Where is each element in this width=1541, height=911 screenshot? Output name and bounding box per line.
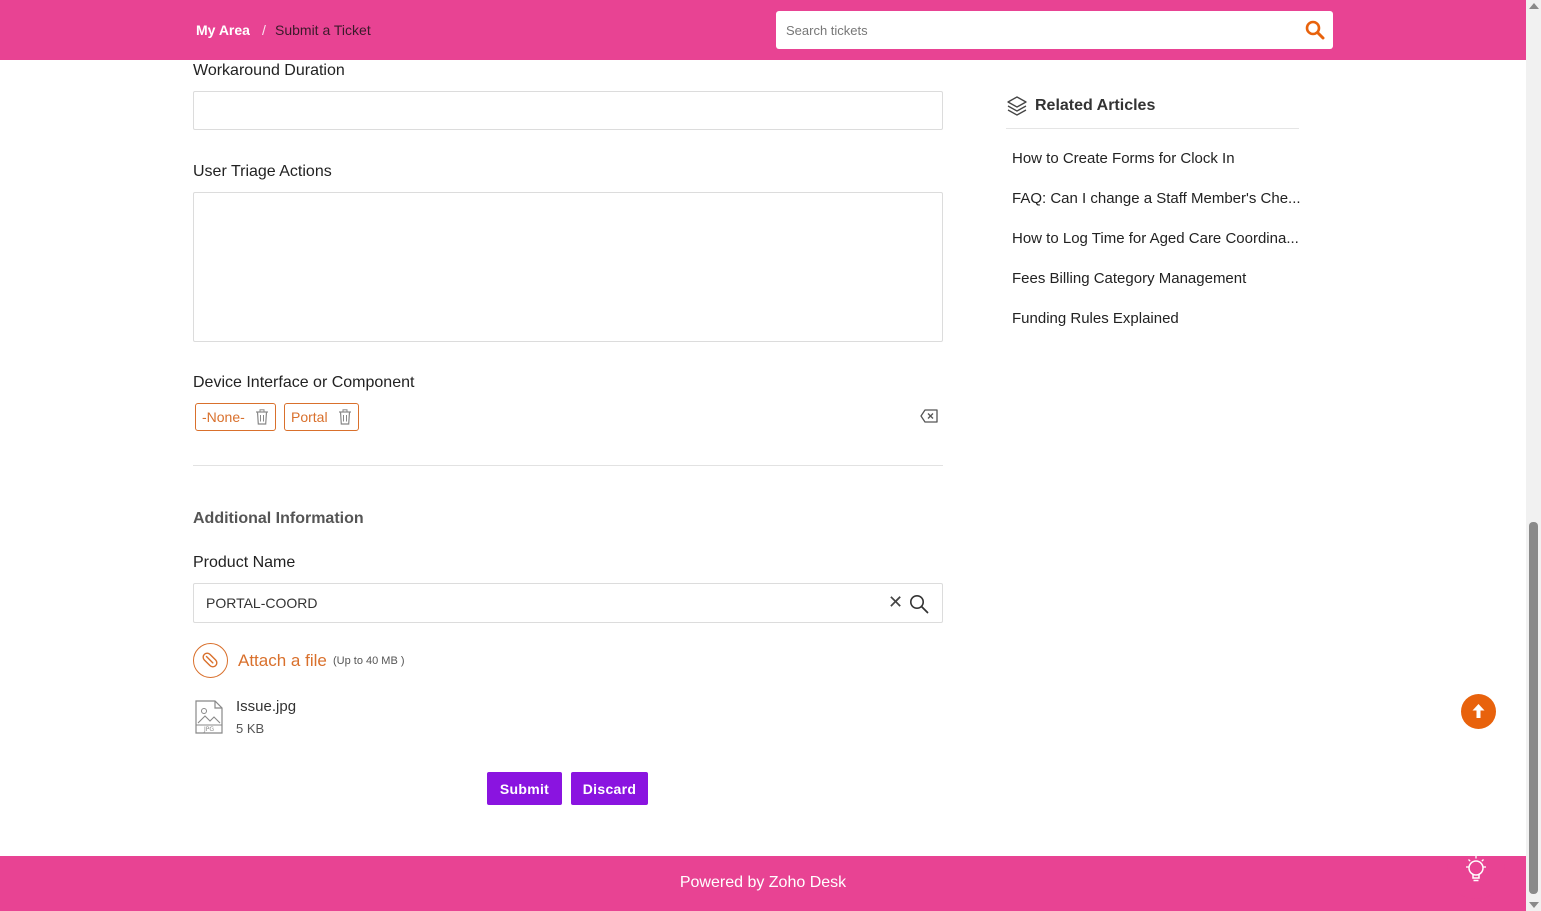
search-icon[interactable] — [909, 594, 929, 614]
attach-size-limit: (Up to 40 MB ) — [333, 655, 405, 667]
device-interface-label: Device Interface or Component — [193, 374, 415, 391]
product-name-lookup[interactable]: PORTAL-COORD ✕ — [193, 583, 943, 623]
user-triage-actions-textarea[interactable] — [193, 192, 943, 342]
ticket-search-box — [776, 11, 1333, 49]
user-triage-actions-label: User Triage Actions — [193, 163, 332, 180]
tag-portal: Portal — [284, 403, 359, 431]
image-file-icon: JPG — [195, 700, 223, 734]
additional-information-heading: Additional Information — [193, 510, 364, 527]
help-bulb-button[interactable] — [1447, 856, 1505, 899]
scroll-up-arrow-icon[interactable] — [1529, 3, 1539, 9]
workaround-duration-label: Workaround Duration — [193, 62, 345, 79]
attach-file-link[interactable]: Attach a file — [238, 651, 327, 671]
attached-file-name: Issue.jpg — [236, 698, 297, 715]
related-article-link[interactable]: Fees Billing Category Management — [1012, 270, 1302, 310]
product-name-value: PORTAL-COORD — [206, 595, 318, 611]
workaround-duration-input[interactable] — [193, 91, 943, 130]
search-input[interactable] — [776, 11, 1296, 49]
section-divider — [193, 465, 943, 466]
attach-file-button[interactable] — [193, 643, 228, 678]
discard-button[interactable]: Discard — [571, 772, 648, 805]
breadcrumb-current: Submit a Ticket — [275, 22, 371, 38]
breadcrumb-separator: / — [262, 22, 266, 38]
footer: Powered by Zoho Desk — [0, 856, 1526, 911]
arrow-up-icon — [1472, 704, 1485, 718]
tag-none: -None- — [195, 403, 276, 431]
page-scrollbar[interactable] — [1526, 0, 1541, 911]
breadcrumb-home-link[interactable]: My Area — [196, 22, 250, 38]
related-article-link[interactable]: How to Create Forms for Clock In — [1012, 150, 1302, 190]
layers-icon — [1007, 96, 1027, 116]
related-article-link[interactable]: Funding Rules Explained — [1012, 310, 1302, 350]
top-header: My Area / Submit a Ticket — [0, 0, 1526, 60]
lightbulb-icon — [1466, 856, 1486, 882]
search-icon[interactable] — [1305, 20, 1325, 40]
powered-by-text: Powered by Zoho Desk — [679, 874, 847, 891]
related-articles-header: Related Articles — [1006, 95, 1299, 129]
trash-icon[interactable] — [338, 409, 352, 425]
attached-file-size: 5 KB — [236, 721, 265, 736]
related-articles-list: How to Create Forms for Clock In FAQ: Ca… — [1012, 150, 1302, 350]
scroll-to-top-button[interactable] — [1461, 694, 1496, 729]
product-name-label: Product Name — [193, 554, 296, 571]
scrollbar-thumb[interactable] — [1529, 522, 1538, 894]
clear-icon[interactable]: ✕ — [888, 592, 903, 613]
related-article-link[interactable]: FAQ: Can I change a Staff Member's Che..… — [1012, 190, 1302, 230]
trash-icon[interactable] — [255, 409, 269, 425]
related-article-link[interactable]: How to Log Time for Aged Care Coordina..… — [1012, 230, 1302, 270]
file-type-label: JPG — [203, 726, 214, 733]
submit-button[interactable]: Submit — [487, 772, 562, 805]
related-articles-title: Related Articles — [1035, 97, 1156, 114]
paperclip-icon — [202, 652, 218, 668]
clear-all-backspace-icon[interactable] — [920, 409, 938, 423]
tag-label: Portal — [291, 409, 328, 425]
scroll-down-arrow-icon[interactable] — [1529, 902, 1539, 908]
tag-label: -None- — [202, 409, 245, 425]
